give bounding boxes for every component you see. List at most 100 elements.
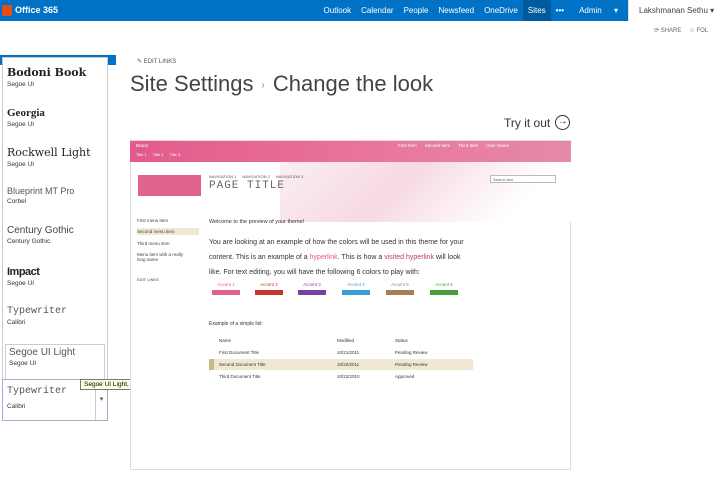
font-heading: Century Gothic (7, 225, 74, 236)
share-button[interactable]: ⟳ SHARE (654, 27, 681, 34)
arrow-right-icon: → (555, 115, 571, 130)
font-scheme-dropdown-list: Bodoni Book Segoe UI Georgia Segoe UI Rock… (2, 57, 108, 421)
preview-quicklaunch-item-selected: Second menu item (137, 228, 199, 235)
page-title: Site Settings › Change the look (130, 71, 433, 97)
nav-admin[interactable]: Admin ▾ (569, 6, 628, 15)
page-actions: ⟳ SHARE ☆ FOL (654, 27, 708, 34)
user-menu[interactable]: Lakshmanan Sethu ▾ (628, 0, 720, 21)
font-option[interactable]: Typewriter Calibri (7, 306, 105, 326)
list-row: Third Document Title 10/22/2010 Approved (209, 371, 473, 382)
preview-quicklaunch-item: Third menu item (137, 241, 170, 246)
accent-bar (342, 290, 370, 295)
selected-font-body: Calibri (7, 403, 26, 410)
preview-top-item: First Item (398, 143, 417, 148)
font-option[interactable]: Impact Segoe UI (7, 266, 105, 287)
cell: Pending Review (395, 362, 428, 367)
font-body: Corbel (7, 198, 27, 205)
preview-logo (138, 175, 201, 196)
font-heading: Blueprint MT Pro (7, 186, 75, 196)
preview-search-box: Search text (490, 175, 556, 183)
font-heading: Typewriter (7, 306, 68, 317)
preview-brand: Brand (136, 143, 149, 148)
try-it-out-button[interactable]: Try it out → (504, 115, 571, 130)
column-header: Modified (337, 338, 355, 343)
cell: Second Document Title (219, 362, 266, 367)
share-label: SHARE (660, 28, 682, 34)
nav-sites[interactable]: Sites (522, 0, 551, 21)
preview-background-image (280, 162, 571, 222)
try-it-out-label: Try it out (504, 115, 551, 130)
column-header: Status (395, 338, 408, 343)
font-heading: Segoe UI Light (9, 347, 76, 358)
font-body: Calibri (7, 319, 26, 326)
nav-onedrive[interactable]: OneDrive (479, 6, 523, 15)
edit-links-label: EDIT LINKS (143, 59, 177, 65)
star-icon: ☆ (689, 28, 695, 34)
preview-top-item: Second Item (424, 143, 451, 148)
accent-label: Accent 2 (260, 282, 278, 287)
selected-font-heading: Typewriter (7, 386, 68, 397)
admin-label: Admin (579, 6, 602, 15)
preview-breadcrumb: NAVIGATION 1 NAVIGATION 2 NAVIGATION 3 (209, 174, 303, 179)
font-heading: Rockwell Light (7, 146, 91, 159)
cell: 10/22/2011 (337, 362, 360, 367)
font-option[interactable]: Century Gothic Century Gothic (7, 225, 105, 245)
accent-swatch: Accent 6 (430, 282, 458, 295)
title-sub: Change the look (272, 71, 434, 96)
cell: Pending Review (395, 350, 428, 355)
nav-people[interactable]: People (399, 6, 434, 15)
font-body: Segoe UI (7, 280, 35, 287)
preview-top-item: Third Item (458, 143, 479, 148)
cell: Third Document Title (219, 374, 261, 379)
font-option[interactable]: Bodoni Book Segoe UI (7, 66, 105, 88)
accent-swatch: Accent 4 (342, 282, 370, 295)
preview-tab: Title 1 (136, 152, 147, 157)
edit-links[interactable]: ✎ EDIT LINKS (137, 58, 176, 65)
preview-hyperlink: hyperlink (309, 254, 338, 261)
preview-page-title: PAGE TITLE (209, 180, 286, 192)
title-main: Site Settings (130, 71, 254, 96)
accent-swatch: Accent 5 (386, 282, 414, 295)
font-body: Segoe UI (7, 121, 35, 128)
preview-nav-item: NAVIGATION 2 (242, 174, 270, 179)
column-header: Name (219, 338, 232, 343)
font-body: Segoe UI (7, 161, 35, 168)
font-option-hovered[interactable]: Segoe UI Light Segoe UI (5, 344, 105, 380)
preview-nav-item: NAVIGATION 3 (275, 174, 304, 179)
chevron-down-icon[interactable]: ▾ (95, 385, 107, 420)
preview-quicklaunch-item: First menu item (137, 218, 169, 223)
nav-calendar[interactable]: Calendar (356, 6, 398, 15)
accent-label: Accent 5 (391, 282, 409, 287)
accent-bar (386, 290, 414, 295)
accent-swatch: Accent 1 (212, 282, 240, 295)
more-icon[interactable]: ••• (551, 6, 569, 15)
accent-label: Accent 3 (303, 282, 321, 287)
accent-bar (255, 290, 283, 295)
office365-logo[interactable]: Office 365 (2, 2, 58, 18)
chevron-down-icon: ▾ (613, 6, 618, 15)
accent-label: Accent 6 (435, 282, 453, 287)
list-row: First Document Title 10/21/2011 Pending … (209, 347, 473, 358)
font-heading: Georgia (7, 107, 45, 119)
font-option[interactable]: Blueprint MT Pro Corbel (7, 186, 105, 205)
nav-outlook[interactable]: Outlook (319, 6, 357, 15)
nav-newsfeed[interactable]: Newsfeed (433, 6, 479, 15)
chevron-down-icon: ▾ (710, 6, 715, 15)
breadcrumb-separator-icon: › (261, 79, 265, 91)
preview-edit-links: EDIT LINKS (137, 277, 159, 282)
preview-text: . This is how a (337, 254, 385, 261)
accent-bar (298, 290, 326, 295)
accent-bar (212, 290, 240, 295)
follow-button[interactable]: ☆ FOL (689, 27, 708, 34)
font-heading: Impact (7, 266, 40, 278)
font-body: Century Gothic (7, 238, 51, 245)
font-option[interactable]: Georgia Segoe UI (7, 107, 105, 128)
office-icon (2, 4, 12, 16)
suite-bar: Office 365 Outlook Calendar People Newsf… (0, 0, 720, 21)
font-option[interactable]: Rockwell Light Segoe UI (7, 146, 105, 168)
font-body: Segoe UI (7, 81, 35, 88)
list-row-selected: Second Document Title 10/22/2011 Pending… (209, 359, 473, 370)
follow-label: FOL (696, 28, 709, 34)
pencil-icon: ✎ (137, 59, 143, 65)
suite-nav: Outlook Calendar People Newsfeed OneDriv… (319, 0, 628, 21)
